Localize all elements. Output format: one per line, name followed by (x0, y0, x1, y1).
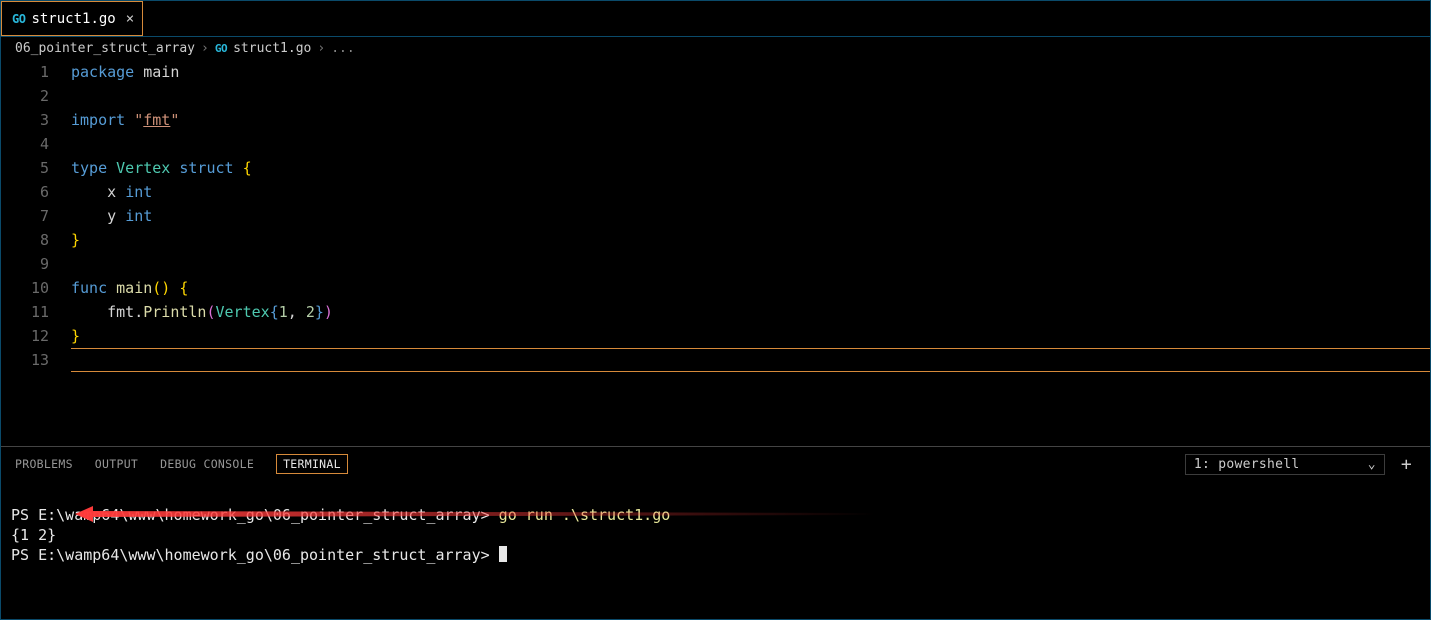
tab-filename: struct1.go (31, 11, 115, 27)
breadcrumb-file[interactable]: struct1.go (233, 41, 311, 56)
go-lang-icon: GO (12, 12, 25, 26)
line-gutter: 1 2 3 4 5 6 7 8 9 10 11 12 13 (1, 60, 71, 446)
tab-bar: GO struct1.go × (1, 1, 1430, 37)
go-lang-icon: GO (215, 42, 227, 55)
chevron-down-icon: ⌄ (1368, 457, 1376, 472)
line-number: 5 (1, 156, 49, 180)
line-number: 6 (1, 180, 49, 204)
line-number: 8 (1, 228, 49, 252)
line-number: 3 (1, 108, 49, 132)
tab-output[interactable]: OUTPUT (95, 457, 138, 471)
terminal-content[interactable]: PS E:\wamp64\www\homework_go\06_pointer_… (1, 481, 1430, 619)
line-number: 9 (1, 252, 49, 276)
terminal-output: {1 2} (11, 526, 56, 544)
new-terminal-button[interactable]: + (1397, 454, 1416, 475)
tab-problems[interactable]: PROBLEMS (15, 457, 73, 471)
breadcrumb-folder[interactable]: 06_pointer_struct_array (15, 41, 195, 56)
tab-active[interactable]: GO struct1.go × (1, 1, 143, 36)
code-editor[interactable]: 1 2 3 4 5 6 7 8 9 10 11 12 13 package ma… (1, 60, 1430, 446)
terminal-command: go run .\struct1.go (499, 506, 671, 524)
bottom-panel: PROBLEMS OUTPUT DEBUG CONSOLE TERMINAL 1… (1, 446, 1430, 619)
code-content[interactable]: package main import "fmt" type Vertex st… (71, 60, 1430, 446)
line-number: 2 (1, 84, 49, 108)
breadcrumb: 06_pointer_struct_array › GO struct1.go … (1, 37, 1430, 60)
terminal-selector-label: 1: powershell (1194, 457, 1300, 472)
line-number: 11 (1, 300, 49, 324)
line-number: 1 (1, 60, 49, 84)
line-number: 7 (1, 204, 49, 228)
panel-tab-bar: PROBLEMS OUTPUT DEBUG CONSOLE TERMINAL 1… (1, 447, 1430, 481)
breadcrumb-separator: › (317, 41, 325, 56)
terminal-selector[interactable]: 1: powershell ⌄ (1185, 454, 1385, 475)
line-number: 10 (1, 276, 49, 300)
tab-debug-console[interactable]: DEBUG CONSOLE (160, 457, 254, 471)
breadcrumb-separator: › (201, 41, 209, 56)
terminal-cursor (499, 546, 507, 562)
current-line (71, 348, 1430, 372)
line-number: 4 (1, 132, 49, 156)
terminal-prompt: PS E:\wamp64\www\homework_go\06_pointer_… (11, 506, 490, 524)
close-icon[interactable]: × (122, 11, 134, 27)
line-number: 13 (1, 348, 49, 372)
tab-terminal[interactable]: TERMINAL (276, 454, 348, 474)
line-number: 12 (1, 324, 49, 348)
terminal-prompt: PS E:\wamp64\www\homework_go\06_pointer_… (11, 546, 490, 564)
breadcrumb-symbol[interactable]: ... (331, 41, 354, 56)
